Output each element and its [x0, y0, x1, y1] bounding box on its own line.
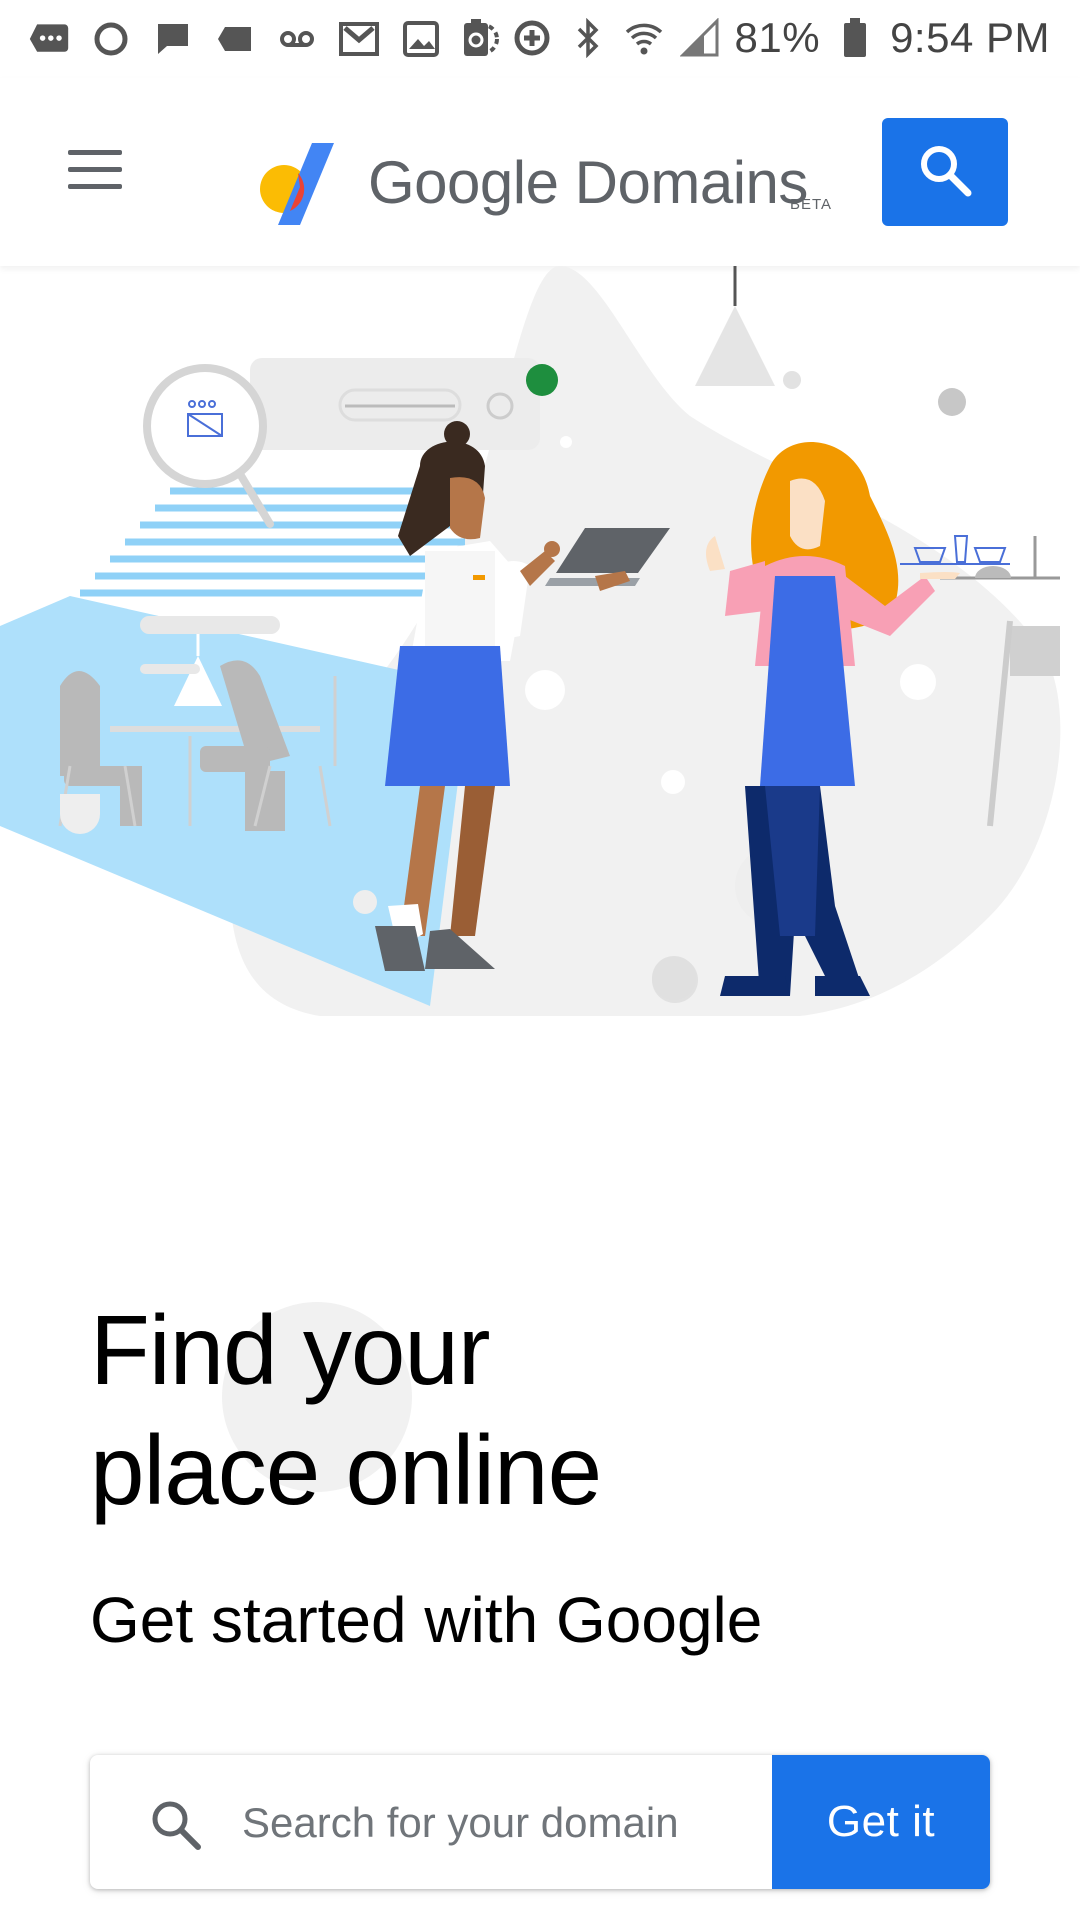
tag-icon: [214, 18, 256, 60]
signal-icon: [679, 17, 721, 59]
messages-icon: [28, 18, 70, 60]
battery-icon: [834, 17, 876, 59]
voicemail-icon: [276, 18, 318, 60]
system-icons: 81% 9:54 PM: [455, 10, 1050, 66]
beta-badge: BETA: [790, 196, 833, 213]
headline-line-1: Find your: [90, 1295, 491, 1405]
hamburger-menu-icon[interactable]: [60, 140, 130, 200]
search-icon: [146, 1795, 206, 1855]
wifi-icon: [623, 17, 665, 59]
notification-icons: [28, 14, 504, 64]
bluetooth-icon: [567, 17, 609, 59]
search-icon: [917, 142, 973, 203]
app-bar: Google Domains BETA: [0, 78, 1080, 266]
data-saver-icon: [511, 17, 553, 59]
domain-search-box: Get it: [90, 1755, 990, 1889]
cafe-owners-illustration: [0, 266, 1080, 1216]
clock: 9:54 PM: [890, 14, 1050, 61]
domain-search-input[interactable]: [240, 1785, 694, 1861]
gmail-icon: [338, 18, 380, 60]
search-button[interactable]: [882, 118, 1008, 226]
google-domains-logo-icon[interactable]: [252, 130, 342, 230]
chat-icon: [152, 18, 194, 60]
brand-name[interactable]: Google Domains: [368, 148, 808, 217]
battery-saver-icon: [455, 17, 497, 59]
domain-search-field[interactable]: [90, 1755, 772, 1889]
get-it-button[interactable]: Get it: [772, 1755, 990, 1889]
gallery-icon: [400, 18, 442, 60]
page-subheadline: Get started with Google: [90, 1584, 763, 1656]
battery-percent: 81%: [734, 14, 821, 61]
status-bar: 81% 9:54 PM: [0, 0, 1080, 78]
page-headline: Find your place online: [90, 1290, 990, 1530]
headline-line-2: place online: [90, 1415, 602, 1525]
circle-icon: [90, 18, 132, 60]
